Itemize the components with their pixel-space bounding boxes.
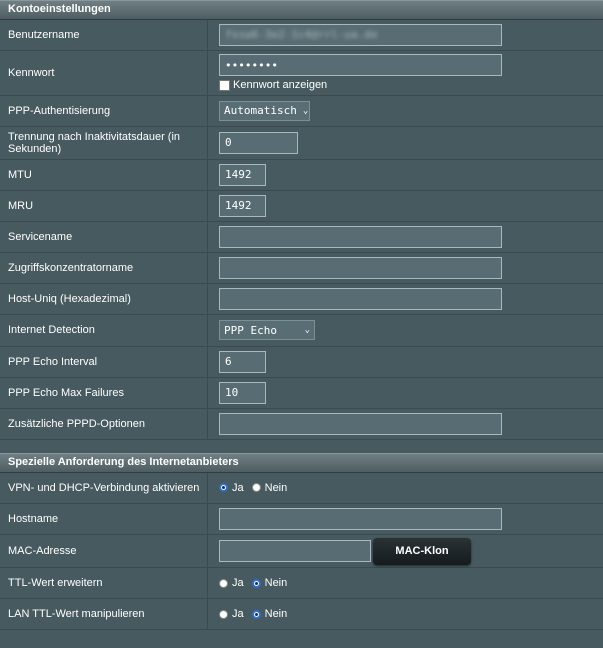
row-mtu: MTU [0,159,603,191]
wan-settings-panel: Kontoeinstellungen Benutzername Kennwort… [0,0,603,630]
row-lan-ttl: LAN TTL-Wert manipulieren Ja Nein [0,598,603,630]
section-title-account: Kontoeinstellungen [0,0,603,20]
row-vpn-dhcp: VPN- und DHCP-Verbindung aktivieren Ja N… [0,472,603,504]
row-idle-timeout: Trennung nach Inaktivitatsdauer (in Seku… [0,126,603,160]
lan-ttl-no-label: Nein [264,608,288,620]
vpn-dhcp-yes-radio[interactable] [219,483,228,493]
ac-name-label: Zugriffskonzentratorname [0,252,208,284]
show-password-checkbox-row[interactable]: Kennwort anzeigen [219,79,603,91]
ppp-auth-select[interactable]: Automatisch ⌄ [219,100,310,121]
hostname-input[interactable] [219,508,502,530]
lan-ttl-label: LAN TTL-Wert manipulieren [0,598,208,630]
show-password-checkbox[interactable] [219,79,230,91]
vpn-dhcp-yes-label: Ja [232,481,244,494]
account-settings-table: Benutzername Kennwort Kennwort anzeigen … [0,20,603,440]
ttl-extend-label: TTL-Wert erweitern [0,567,208,599]
vpn-dhcp-no-radio[interactable] [251,483,261,493]
row-echo-failures: PPP Echo Max Failures [0,377,603,409]
isp-settings-table: VPN- und DHCP-Verbindung aktivieren Ja N… [0,472,603,630]
servicename-label: Servicename [0,221,208,253]
mtu-label: MTU [0,159,208,191]
password-input[interactable] [219,54,502,76]
internet-detection-select[interactable]: PPP Echo ⌄ [219,320,315,340]
lan-ttl-radio-group: Ja Nein [219,608,603,620]
lan-ttl-no-radio[interactable] [251,609,261,619]
internet-detection-selected-value: PPP Echo [224,323,277,337]
mru-label: MRU [0,190,208,222]
vpn-dhcp-label: VPN- und DHCP-Verbindung aktivieren [0,472,208,504]
password-label: Kennwort [0,50,208,96]
ac-name-input[interactable] [219,256,502,279]
mac-clone-button[interactable]: MAC-Klon [373,537,471,565]
echo-interval-label: PPP Echo Interval [0,346,208,378]
row-servicename: Servicename [0,221,603,253]
row-mru: MRU [0,190,603,222]
mac-address-label: MAC-Adresse [0,534,208,568]
ttl-extend-yes-radio[interactable] [219,578,228,588]
ppp-auth-label: PPP-Authentisierung [0,95,208,127]
row-internet-detection: Internet Detection PPP Echo ⌄ [0,314,603,347]
row-hostname: Hostname [0,503,603,535]
pppd-options-label: Zusätzliche PPPD-Optionen [0,408,208,440]
row-pppd-options: Zusätzliche PPPD-Optionen [0,408,603,440]
ttl-extend-yes-label: Ja [232,577,244,589]
row-ttl-extend: TTL-Wert erweitern Ja Nein [0,567,603,599]
servicename-input[interactable] [219,225,502,248]
lan-ttl-yes-radio[interactable] [219,609,228,619]
pppd-options-input[interactable] [219,412,502,435]
vpn-dhcp-radio-group: Ja Nein [219,482,603,494]
hostname-label: Hostname [0,503,208,535]
row-ac-name: Zugriffskonzentratorname [0,252,603,284]
mac-address-input[interactable] [219,540,371,562]
username-label: Benutzername [0,20,208,51]
idle-timeout-input[interactable] [219,131,298,154]
row-password: Kennwort Kennwort anzeigen [0,50,603,96]
username-input[interactable] [219,23,502,46]
row-ppp-auth: PPP-Authentisierung Automatisch ⌄ [0,95,603,127]
row-echo-interval: PPP Echo Interval [0,346,603,378]
host-uniq-input[interactable] [219,287,502,310]
section-gap [0,439,603,453]
vpn-dhcp-no-label: Nein [264,481,288,494]
echo-failures-input[interactable] [219,381,266,404]
mru-input[interactable] [219,194,266,217]
host-uniq-label: Host-Uniq (Hexadezimal) [0,283,208,315]
section-title-isp: Spezielle Anforderung des Internetanbiet… [0,452,603,473]
idle-timeout-label: Trennung nach Inaktivitatsdauer (in Seku… [0,126,208,160]
row-username: Benutzername [0,20,603,51]
chevron-down-icon: ⌄ [304,325,310,335]
row-mac-address: MAC-Adresse MAC-Klon [0,534,603,568]
show-password-label: Kennwort anzeigen [233,79,328,91]
echo-interval-input[interactable] [219,350,266,373]
lan-ttl-yes-label: Ja [232,608,244,620]
ppp-auth-selected-value: Automatisch [224,104,297,117]
internet-detection-label: Internet Detection [0,314,208,347]
ttl-extend-no-radio[interactable] [251,578,261,588]
ttl-extend-no-label: Nein [264,577,288,589]
ttl-extend-radio-group: Ja Nein [219,577,603,589]
echo-failures-label: PPP Echo Max Failures [0,377,208,409]
chevron-down-icon: ⌄ [302,105,309,116]
row-host-uniq: Host-Uniq (Hexadezimal) [0,283,603,315]
mtu-input[interactable] [219,163,266,186]
